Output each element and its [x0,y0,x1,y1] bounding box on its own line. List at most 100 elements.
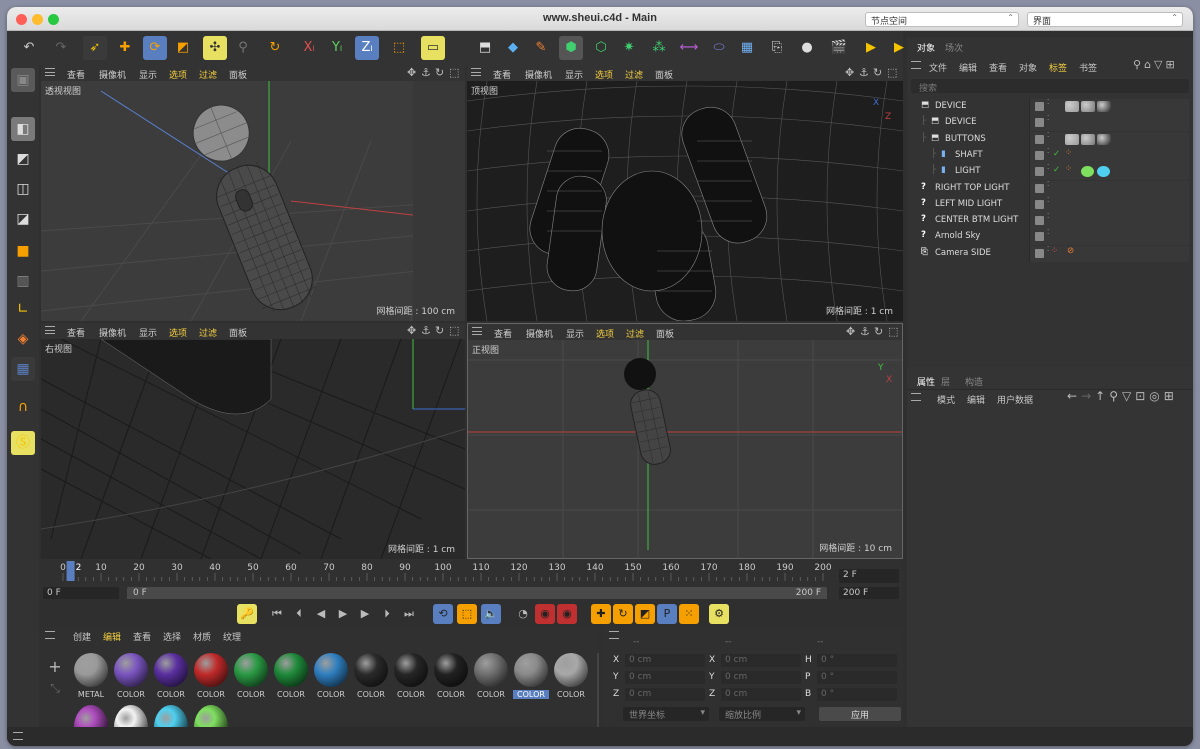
viewport-menu-item[interactable]: 选项 [169,326,187,339]
material-tag[interactable] [1097,133,1111,145]
attr-menu-item[interactable]: 用户数据 [997,393,1033,406]
snap-button[interactable]: ⚲ [231,36,255,60]
material-tag[interactable] [1081,133,1095,145]
subdivision-button[interactable]: ⬢ [559,36,583,60]
viewport-menu-item[interactable]: 摄像机 [99,326,126,339]
material-menu-item[interactable]: 编辑 [103,630,121,643]
check-icon[interactable]: ✓ [1053,149,1060,159]
rot-key-button[interactable]: ↻ [613,604,633,624]
protection-tag-icon[interactable]: ⊘ [1067,246,1074,256]
back-arrow-icon[interactable]: ← [1067,389,1081,403]
phong-tag-icon[interactable]: ⁘ [1065,148,1072,158]
object-menu-item[interactable]: 书签 [1079,61,1097,74]
object-search-input[interactable]: 搜索 [911,79,1189,94]
rotate-view-icon[interactable]: ↻ [874,325,883,338]
move-view-icon[interactable]: ✥ [407,324,416,337]
reset-button[interactable]: ↻ [263,36,287,60]
tab-objects[interactable]: 对象 [917,41,935,54]
camera-tag-icon[interactable]: ⁘ [1051,246,1058,256]
list-item[interactable]: ├ ⬒ BUTTONS ⁚ [911,131,1189,148]
viewport-menu-item[interactable]: 摄像机 [525,68,552,81]
object-name[interactable]: SHAFT [955,150,983,160]
material-swatch[interactable]: COLOR [153,653,189,699]
material-swatch[interactable]: COLOR [513,653,549,699]
object-menu-item[interactable]: 编辑 [959,61,977,74]
object-menu-item[interactable]: 标签 [1049,61,1067,74]
object-name[interactable]: LEFT MID LIGHT [935,199,1002,209]
material-tag[interactable] [1065,133,1079,145]
zoom-view-icon[interactable]: ⚓ [421,66,431,79]
viewport-menu-item[interactable]: 摄像机 [526,327,553,340]
material-menu-item[interactable]: 查看 [133,630,151,643]
target-icon[interactable]: ◎ [1149,389,1163,403]
object-name[interactable]: LIGHT [955,166,980,176]
toggle-view-icon[interactable]: ⬚ [887,66,897,79]
viewport-menu-item[interactable]: 过滤 [626,327,644,340]
visibility-icon[interactable] [1035,183,1044,193]
layer-dots-icon[interactable]: ⁚ [1047,99,1049,106]
magnet-button[interactable]: ∩ [11,395,35,419]
visibility-icon[interactable] [1035,102,1044,111]
list-item[interactable]: ? Arnold Sky ⁚ [911,229,1189,246]
viewport-top[interactable]: 查看 摄像机 显示 选项 过滤 面板 ✥ ⚓ ↻ ⬚ X Z 顶视图 网格间距 : 1 cm [467,65,903,321]
attr-tab[interactable]: 层 [941,375,950,388]
s-plugin-button[interactable]: Ⓢ [11,431,35,455]
menu-icon[interactable] [911,61,921,69]
current-frame-field[interactable]: 2 F [839,569,899,583]
home-icon[interactable]: ⌂ [1144,58,1154,71]
menu-icon[interactable] [13,732,23,740]
uv-mode-button[interactable]: ▥ [11,269,35,293]
object-menu-item[interactable]: 查看 [989,61,1007,74]
world-coords-select[interactable]: 世界坐标 ▾ [623,707,709,721]
object-name[interactable]: BUTTONS [945,134,986,144]
menu-icon[interactable] [911,393,921,401]
visibility-icon[interactable] [1035,216,1044,226]
list-item[interactable]: ? CENTER BTM LIGHT ⁚ [911,213,1189,230]
extrude-button[interactable]: ⬡ [589,36,613,60]
visibility-icon[interactable] [1035,150,1044,160]
coord-field[interactable]: 0 ° [817,671,897,684]
play-button[interactable]: ▶ [333,604,353,624]
scrollbar[interactable] [597,653,599,727]
keyframe-sel-button[interactable]: ◉ [557,604,577,624]
y-axis-button[interactable]: Yₗ [325,36,349,60]
visibility-icon[interactable] [1035,167,1044,177]
transform-button[interactable]: ✣ [203,36,227,60]
layout-select[interactable]: 界面 ⌃ [1027,12,1183,27]
expand-icon[interactable]: ⊞ [1164,389,1178,403]
param-key-button[interactable]: P [657,604,677,624]
workplane-button[interactable]: ◈ [11,327,35,351]
axis-mode-button[interactable]: ∟ [11,297,35,321]
material-swatch[interactable]: COLOR [313,653,349,699]
filter-icon[interactable]: ▽ [1122,389,1135,403]
layer-dots-icon[interactable]: ⁚ [1047,180,1049,188]
move-view-icon[interactable]: ✥ [846,325,855,338]
light-button[interactable]: ● [795,36,819,60]
material-swatch[interactable]: COLOR [113,653,149,699]
layer-dots-icon[interactable]: ⁚ [1047,115,1049,122]
goto-start-button[interactable]: ⏮ [267,604,287,624]
move-view-icon[interactable]: ✥ [845,66,854,79]
record-button[interactable]: ⬚ [457,604,477,624]
attr-menu-item[interactable]: 编辑 [967,393,985,406]
null-button[interactable]: ⬒ [473,36,497,60]
material-swatch[interactable]: COLOR [273,653,309,699]
visibility-icon[interactable] [1035,248,1044,258]
rotate-button[interactable]: ⟳ [143,36,167,60]
node-space-select[interactable]: 节点空间 ⌃ [865,12,1019,27]
z-axis-button[interactable]: Zₗ [355,36,379,60]
expand-icon[interactable]: ⊞ [1166,58,1178,71]
sound-button[interactable]: 🔈 [481,604,501,624]
object-name[interactable]: RIGHT TOP LIGHT [935,183,1009,193]
pos-key-button[interactable]: ✚ [591,604,611,624]
scale-key-button[interactable]: ◩ [635,604,655,624]
material-swatch[interactable]: COLOR [233,653,269,699]
next-frame-button[interactable]: ▶ [355,604,375,624]
material-swatch[interactable]: COLOR [433,653,469,699]
points-mode-button[interactable]: ◫ [11,177,35,201]
floor-button[interactable]: ▦ [735,36,759,60]
viewport-front[interactable]: 查看 摄像机 显示 选项 过滤 面板 ✥ ⚓ ↻ ⬚ Y X 正视图 网格间距 : 10 cm [467,323,903,559]
prev-frame-button[interactable]: ◀ [311,604,331,624]
coord-field[interactable]: 0 cm [721,654,801,667]
attr-tab[interactable]: 属性 [917,375,935,388]
